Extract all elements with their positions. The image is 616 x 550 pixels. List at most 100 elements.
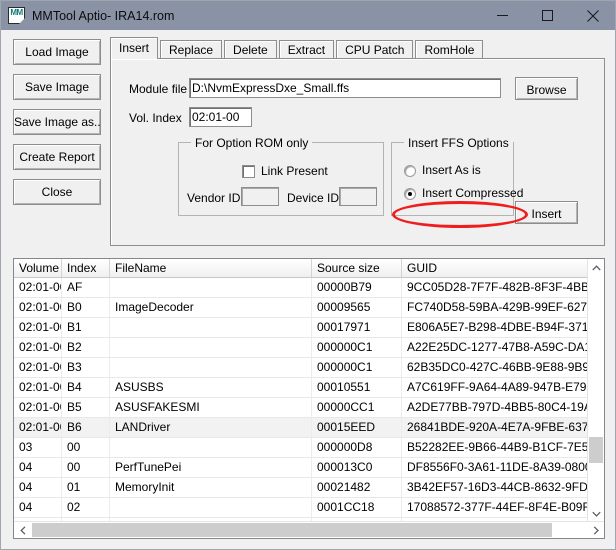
cell-source-size: 000000C1	[312, 338, 402, 357]
table-row[interactable]: 02:01-00 B5 ASUSFAKESMI 00000CC1 A2DE77BB-79…	[14, 398, 589, 418]
cell-index: AF	[62, 278, 110, 297]
cell-guid: 62B35DC0-427C-46BB-9E88-9B941F	[407, 360, 587, 374]
cell-source-size: 00000CC1	[312, 398, 402, 417]
cell-filename	[110, 438, 312, 457]
device-id-input[interactable]	[339, 187, 377, 206]
cell-volume: 04	[14, 478, 62, 497]
module-file-label: Module file	[129, 82, 188, 96]
tab-delete[interactable]: Delete	[224, 40, 277, 59]
cell-index: 01	[62, 478, 110, 497]
cell-guid: 9CC05D28-7F7F-482B-8F3F-4BBDB5	[407, 280, 587, 294]
minimize-button[interactable]	[480, 1, 525, 30]
table-row[interactable]: 02:01-00 B0 ImageDecoder 00009565 FC740D58-5…	[14, 298, 589, 318]
cell-source-size: 00015EED	[312, 418, 402, 437]
vendor-id-input[interactable]	[241, 187, 279, 206]
client-area: Load Image Save Image Save Image as.. Cr…	[2, 30, 614, 549]
cell-filename: ASUSBS	[110, 378, 312, 397]
icon-fold	[19, 18, 25, 24]
radio-insert-compressed-label: Insert Compressed	[422, 186, 524, 200]
app-icon-text: MM	[10, 8, 23, 17]
load-image-button[interactable]: Load Image	[13, 39, 101, 65]
cell-source-size: 0001CC18	[312, 498, 402, 517]
maximize-button[interactable]	[525, 1, 570, 30]
cell-volume: 02:01-00	[14, 278, 62, 297]
table-row[interactable]: 02:01-00 B3 000000C1 62B35DC0-427C-46BB-9E8…	[14, 358, 589, 378]
cell-guid: 17088572-377F-44EF-8F4E-B09FFF4	[407, 500, 587, 514]
table-row[interactable]: 02:01-00 B1 00017971 E806A5E7-B298-4DBE-B94…	[14, 318, 589, 338]
table-row[interactable]: 04 01 MemoryInit 00021482 3B42EF57-16D3-44CB…	[14, 478, 589, 498]
save-image-as-button[interactable]: Save Image as..	[13, 109, 101, 135]
vertical-scroll-thumb[interactable]	[589, 437, 603, 463]
table-row[interactable]: 0300 000000D8 B52282EE-9B66-44B9-B1CF-7E50…	[14, 438, 589, 458]
column-header-volume[interactable]: Volume	[14, 259, 62, 277]
vol-index-input[interactable]	[189, 107, 252, 127]
horizontal-scroll-thumb[interactable]	[32, 523, 552, 537]
cell-source-size: 00000B79	[312, 278, 402, 297]
cell-filename: ImageDecoder	[110, 298, 312, 317]
tab-extract[interactable]: Extract	[278, 40, 335, 59]
save-image-button[interactable]: Save Image	[13, 74, 101, 100]
cell-volume: 02:01-00	[14, 358, 62, 377]
tab-insert[interactable]: Insert	[110, 37, 159, 59]
insert-ffs-options-caption: Insert FFS Options	[404, 136, 513, 150]
table-row[interactable]: 04 00 PerfTunePei 000013C0 DF8556F0-3A61-11D…	[14, 458, 589, 478]
radio-insert-compressed[interactable]	[404, 188, 416, 200]
list-header-row: Volume Index FileName Source size GUID	[14, 259, 604, 278]
close-window-button[interactable]	[570, 1, 615, 30]
cell-filename: MemoryInit	[110, 478, 312, 497]
vol-index-label: Vol. Index	[129, 111, 182, 125]
table-row[interactable]: 0402 0001CC18 17088572-377F-44EF-8F4E-B09F…	[14, 498, 589, 518]
create-report-button[interactable]: Create Report	[13, 144, 101, 170]
cell-guid: DF8556F0-3A61-11DE-8A39-080020	[407, 460, 587, 474]
list-vertical-scrollbar[interactable]	[587, 259, 604, 522]
chevron-up-icon[interactable]	[588, 259, 604, 276]
close-button[interactable]: Close	[13, 179, 101, 205]
chevron-right-icon[interactable]	[587, 522, 604, 538]
column-header-guid[interactable]: GUID	[402, 259, 587, 277]
cell-index: 00	[62, 458, 110, 477]
list-horizontal-scrollbar[interactable]	[14, 521, 604, 538]
cell-filename	[110, 278, 312, 297]
insert-button[interactable]: Insert	[515, 201, 578, 224]
insert-ffs-options-group: Insert FFS Options Insert As is Insert C…	[391, 136, 523, 216]
option-rom-group: For Option ROM only Link Present Vendor …	[178, 136, 384, 216]
cell-source-size: 00021482	[312, 478, 402, 497]
cell-filename: LANDriver	[110, 418, 312, 437]
cell-index: B5	[62, 398, 110, 417]
chevron-down-icon[interactable]	[588, 505, 604, 522]
cell-guid: 3B42EF57-16D3-44CB-8632-9FDB0E	[407, 480, 587, 494]
column-header-filename[interactable]: FileName	[110, 259, 312, 277]
tab-replace[interactable]: Replace	[160, 40, 223, 59]
option-rom-group-caption: For Option ROM only	[191, 136, 313, 150]
device-id-label: Device ID	[287, 191, 340, 205]
cell-source-size: 000000D8	[312, 438, 402, 457]
cell-index: 02	[62, 498, 110, 517]
table-row[interactable]: 02:01-00 AF 00000B79 9CC05D28-7F7F-482B-8F3…	[14, 278, 589, 298]
link-present-checkbox[interactable]	[242, 165, 255, 178]
tab-control: Insert Replace Delete Extract CPU Patch …	[110, 37, 605, 246]
tab-strip: Insert Replace Delete Extract CPU Patch …	[110, 37, 485, 59]
table-row[interactable]: 02:01-00 B4 ASUSBS 00010551 A7C619FF-9A64-4A…	[14, 378, 589, 398]
cell-volume: 02:01-00	[14, 378, 62, 397]
cell-guid: B52282EE-9B66-44B9-B1CF-7E5040	[407, 440, 587, 454]
module-file-input[interactable]	[189, 78, 501, 98]
table-row[interactable]: 02:01-00 B2 000000C1 A22E25DC-1277-47B8-A59…	[14, 338, 589, 358]
mmtool-window: MM MMTool Aptio- IRA14.rom Load Image Sa…	[0, 0, 616, 550]
cell-index: B6	[62, 418, 110, 437]
column-header-source-size[interactable]: Source size	[312, 259, 402, 277]
tab-cpu-patch[interactable]: CPU Patch	[336, 40, 414, 59]
browse-button[interactable]: Browse	[515, 77, 578, 100]
cell-filename	[110, 318, 312, 337]
table-row[interactable]: 02:01-00 B6 LANDriver 00015EED 26841BDE-920A…	[14, 418, 589, 438]
cell-guid: 26841BDE-920A-4E7A-9FBE-637F47	[407, 420, 587, 434]
radio-insert-as-is[interactable]	[404, 165, 416, 177]
cell-index: B4	[62, 378, 110, 397]
cell-volume: 02:01-00	[14, 338, 62, 357]
tab-romhole[interactable]: RomHole	[415, 40, 484, 59]
list-rows: 02:01-00 AF 00000B79 9CC05D28-7F7F-482B-8F3…	[14, 278, 589, 523]
module-list: Volume Index FileName Source size GUID 0…	[13, 258, 605, 539]
column-header-index[interactable]: Index	[62, 259, 110, 277]
cell-filename: PerfTunePei	[110, 458, 312, 477]
cell-source-size: 00017971	[312, 318, 402, 337]
chevron-left-icon[interactable]	[14, 522, 31, 538]
